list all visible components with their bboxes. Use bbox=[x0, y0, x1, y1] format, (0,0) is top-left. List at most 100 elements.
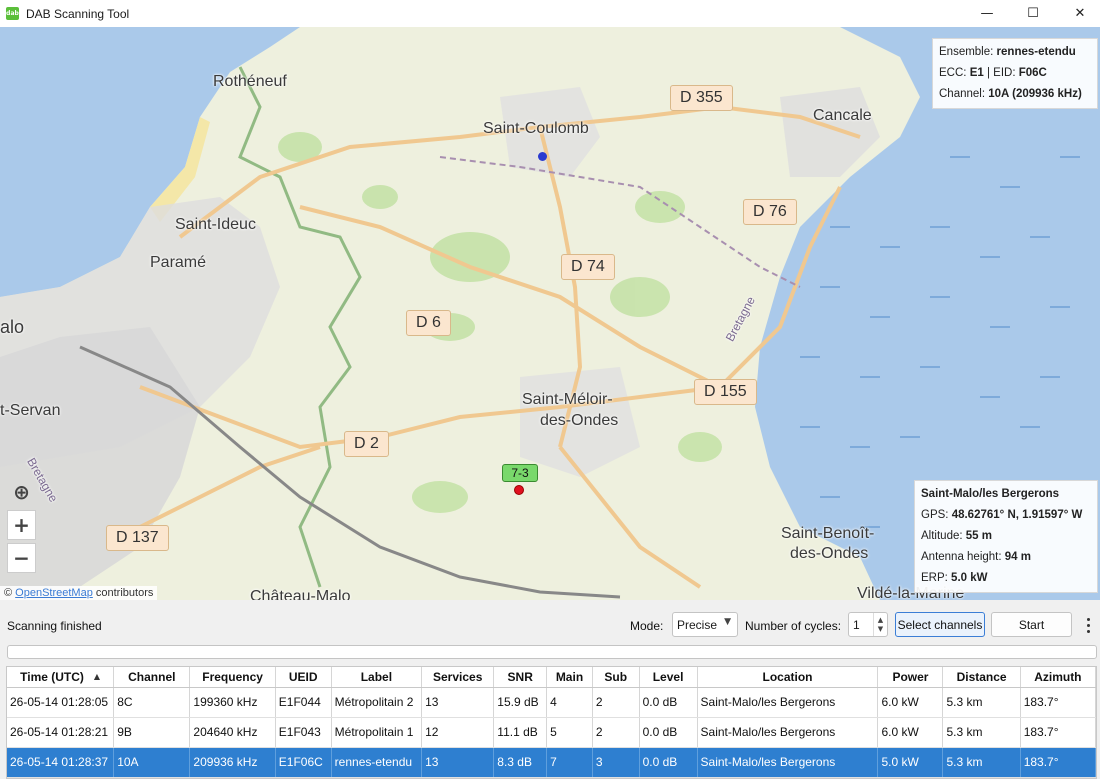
column-header[interactable]: Frequency bbox=[189, 667, 276, 688]
table-cell: 12 bbox=[421, 717, 495, 748]
table-cell: 8C bbox=[113, 687, 191, 718]
results-table[interactable]: Time (UTC) ▲ Channel Frequency UEID Label Serv… bbox=[6, 666, 1097, 779]
more-options-button[interactable] bbox=[1081, 613, 1095, 637]
table-row[interactable]: 26-05-14 01:28:37 10A 209936 kHz E1F06C renn… bbox=[7, 747, 1096, 778]
table-cell: 13 bbox=[421, 747, 495, 778]
mode-value: Precise bbox=[677, 617, 718, 632]
chevron-down-icon[interactable]: ▼ bbox=[878, 625, 883, 634]
column-header[interactable]: Services bbox=[421, 667, 495, 688]
column-header[interactable]: SNR bbox=[493, 667, 548, 688]
ensemble-line: Ensemble: rennes-etendu bbox=[939, 46, 1076, 58]
table-row[interactable]: 26-05-14 01:28:05 8C 199360 kHz E1F044 Métro… bbox=[7, 687, 1096, 718]
table-cell: 2 bbox=[592, 717, 640, 748]
table-cell: 13 bbox=[421, 687, 495, 718]
table-cell: 26-05-14 01:28:21 bbox=[7, 717, 115, 748]
place-label: Paramé bbox=[150, 254, 207, 271]
road-label: D 2 bbox=[344, 431, 389, 457]
mode-label: Mode: bbox=[630, 619, 664, 633]
table-cell: 7 bbox=[546, 747, 593, 778]
table-row[interactable]: 26-05-14 01:28:21 9B 204640 kHz E1F043 Métro… bbox=[7, 717, 1096, 748]
table-cell: 0.0 dB bbox=[639, 747, 698, 778]
openstreetmap-link[interactable]: OpenStreetMap bbox=[15, 587, 93, 599]
table-cell: 15.9 dB bbox=[493, 687, 548, 718]
table-cell: 5 bbox=[546, 717, 593, 748]
maximize-icon: ☐ bbox=[1027, 6, 1039, 21]
table-cell: 6.0 kW bbox=[877, 687, 944, 718]
place-label: Cancale bbox=[813, 107, 872, 124]
kebab-menu-icon bbox=[1086, 617, 1090, 621]
table-cell: 26-05-14 01:28:37 bbox=[7, 747, 115, 778]
place-label: t-Servan bbox=[0, 402, 61, 419]
map-view[interactable]: Rothéneuf Saint-Coulomb Cancale Saint-Id… bbox=[0, 27, 1100, 600]
cycles-label: Number of cycles: bbox=[745, 619, 842, 633]
table-cell: 5.0 kW bbox=[877, 747, 944, 778]
place-label: Saint-Coulomb bbox=[483, 120, 589, 137]
table-cell: 0.0 dB bbox=[639, 717, 698, 748]
road-label: D 137 bbox=[106, 525, 169, 551]
place-label: Rothéneuf bbox=[213, 73, 287, 90]
column-header[interactable]: Azimuth bbox=[1020, 667, 1096, 688]
table-cell: 10A bbox=[113, 747, 191, 778]
column-header[interactable]: Main bbox=[546, 667, 593, 688]
table-cell: Saint-Malo/les Bergerons bbox=[697, 717, 879, 748]
place-label: des-Ondes bbox=[540, 412, 619, 429]
locate-button[interactable]: ⊕ bbox=[7, 477, 36, 507]
transmitter-marker-label[interactable]: 7-3 bbox=[502, 464, 538, 482]
start-button[interactable]: Start bbox=[991, 612, 1072, 637]
table-cell: 3 bbox=[592, 747, 640, 778]
ecc-eid-line: ECC: E1 | EID: F06C bbox=[939, 67, 1047, 79]
road-label: D 6 bbox=[406, 310, 451, 336]
altitude-line: Altitude: 55 m bbox=[921, 530, 992, 542]
road-label: D 155 bbox=[694, 379, 757, 405]
table-cell: Métropolitain 2 bbox=[331, 687, 423, 718]
select-channels-button[interactable]: Select channels bbox=[895, 612, 985, 637]
map-attribution: © OpenStreetMap contributors bbox=[0, 586, 158, 600]
close-button[interactable]: ✕ bbox=[1057, 0, 1100, 27]
gps-line: GPS: 48.62761° N, 1.91597° W bbox=[921, 509, 1083, 521]
spinbox-arrows[interactable]: ▲ ▼ bbox=[873, 613, 887, 636]
status-text: Scanning finished bbox=[7, 619, 102, 633]
road-label: D 76 bbox=[743, 199, 797, 225]
close-icon: ✕ bbox=[1074, 6, 1086, 21]
table-cell: 5.3 km bbox=[942, 687, 1021, 718]
column-header[interactable]: Location bbox=[697, 667, 879, 688]
table-cell: E1F043 bbox=[275, 717, 332, 748]
table-body: 26-05-14 01:28:05 8C 199360 kHz E1F044 Métro… bbox=[7, 687, 1096, 778]
transmitter-marker[interactable] bbox=[514, 485, 524, 495]
minimize-button[interactable]: — bbox=[964, 0, 1010, 27]
column-header[interactable]: Distance bbox=[942, 667, 1021, 688]
mode-select[interactable]: Precise ▼ bbox=[672, 612, 738, 637]
table-cell: 2 bbox=[592, 687, 640, 718]
cycles-spinbox[interactable]: 1 ▲ ▼ bbox=[848, 612, 888, 637]
column-header[interactable]: Label bbox=[331, 667, 423, 688]
table-cell: 6.0 kW bbox=[877, 717, 944, 748]
chevron-up-icon[interactable]: ▲ bbox=[878, 616, 883, 625]
zoom-out-button[interactable]: − bbox=[7, 543, 36, 573]
place-label: Saint-Ideuc bbox=[175, 216, 256, 233]
column-header[interactable]: UEID bbox=[275, 667, 332, 688]
column-header[interactable]: Time (UTC) ▲ bbox=[7, 667, 115, 688]
location-dot bbox=[538, 152, 547, 161]
road-label: D 74 bbox=[561, 254, 615, 280]
place-label: Château-Malo bbox=[250, 588, 351, 600]
place-label: des-Ondes bbox=[790, 545, 869, 562]
transmitter-name: Saint-Malo/les Bergerons bbox=[921, 488, 1060, 500]
cycles-value: 1 bbox=[853, 617, 860, 632]
table-cell: 183.7° bbox=[1020, 687, 1096, 718]
transmitter-info-panel: Saint-Malo/les Bergerons GPS: 48.62761° … bbox=[914, 480, 1098, 593]
place-label: Saint-Méloir- bbox=[522, 391, 613, 408]
zoom-in-button[interactable]: + bbox=[7, 510, 36, 540]
scan-progress-bar bbox=[7, 645, 1097, 659]
column-header[interactable]: Sub bbox=[592, 667, 640, 688]
erp-line: ERP: 5.0 kW bbox=[921, 572, 988, 584]
table-cell: 11.1 dB bbox=[493, 717, 548, 748]
scan-toolbar: Scanning finished Mode: Precise ▼ Number… bbox=[0, 600, 1100, 650]
column-header[interactable]: Power bbox=[877, 667, 944, 688]
table-cell: 4 bbox=[546, 687, 593, 718]
table-cell: Saint-Malo/les Bergerons bbox=[697, 687, 879, 718]
table-header-row: Time (UTC) ▲ Channel Frequency UEID Label Serv… bbox=[7, 667, 1096, 688]
app-icon: dab bbox=[6, 7, 19, 20]
column-header[interactable]: Level bbox=[639, 667, 698, 688]
maximize-button[interactable]: ☐ bbox=[1010, 0, 1056, 27]
column-header[interactable]: Channel bbox=[113, 667, 191, 688]
